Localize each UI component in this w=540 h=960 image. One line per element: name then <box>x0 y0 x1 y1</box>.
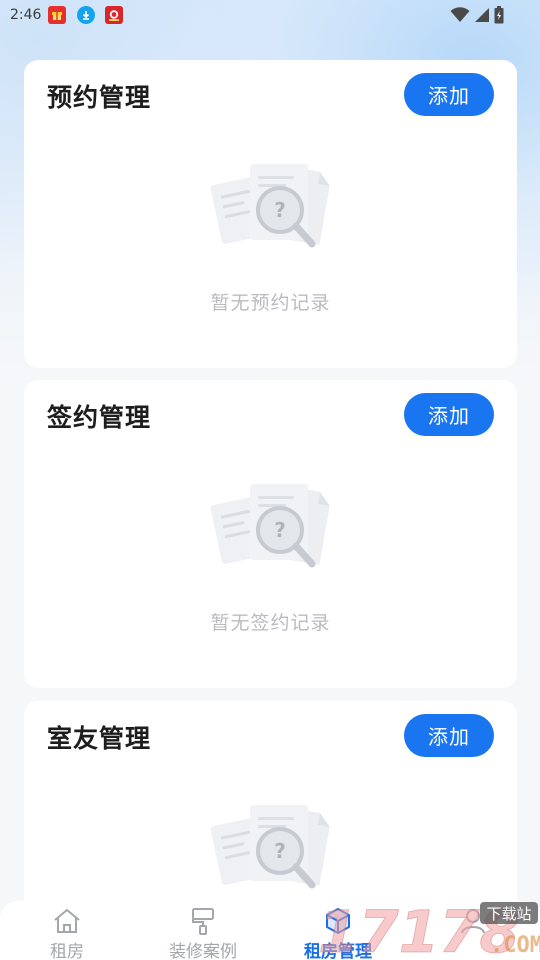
nav-item-decoration-cases[interactable]: 装修案例 <box>148 901 258 960</box>
svg-text:?: ? <box>274 839 286 863</box>
appointment-management-card: 预约管理 添加 ? 暂无预约记录 <box>24 60 517 368</box>
bottom-nav: 租房 装修案例 租房管理 <box>0 901 540 960</box>
empty-search-illustration-icon: ? <box>210 805 330 889</box>
nav-label: 租房 <box>50 942 84 960</box>
empty-state-text: 暂无预约记录 <box>210 292 331 314</box>
card-title: 预约管理 <box>47 83 152 112</box>
svg-text:?: ? <box>274 518 286 542</box>
paint-roller-icon <box>192 908 214 935</box>
battery-icon <box>494 6 504 24</box>
add-roommate-button[interactable]: 添加 <box>404 714 494 757</box>
status-bar: 2:46 <box>0 0 540 32</box>
empty-search-illustration-icon: ? <box>210 164 330 248</box>
nav-label: 装修案例 <box>169 942 237 960</box>
svg-text:?: ? <box>274 198 286 222</box>
contract-management-card: 签约管理 添加 ? 暂无签约记录 <box>24 380 517 688</box>
profile-icon <box>461 909 485 934</box>
empty-search-illustration-icon: ? <box>210 484 330 568</box>
add-contract-button[interactable]: 添加 <box>404 393 494 436</box>
add-appointment-button[interactable]: 添加 <box>404 73 494 116</box>
empty-state-text: 暂无签约记录 <box>210 612 331 634</box>
home-icon <box>54 909 80 933</box>
wifi-icon <box>450 7 470 22</box>
status-time: 2:46 <box>10 7 42 23</box>
cube-icon <box>326 908 350 934</box>
nav-item-profile[interactable] <box>418 901 528 960</box>
nav-item-rent[interactable]: 租房 <box>12 901 122 960</box>
signal-icon <box>475 8 489 22</box>
app-notification-icon <box>105 6 123 24</box>
card-title: 室友管理 <box>47 724 152 753</box>
download-notification-icon <box>77 6 95 24</box>
nav-item-rental-management[interactable]: 租房管理 <box>283 901 393 960</box>
card-title: 签约管理 <box>47 403 152 432</box>
system-icons <box>450 6 504 24</box>
nav-label: 租房管理 <box>304 942 372 960</box>
gift-notification-icon <box>48 6 66 24</box>
